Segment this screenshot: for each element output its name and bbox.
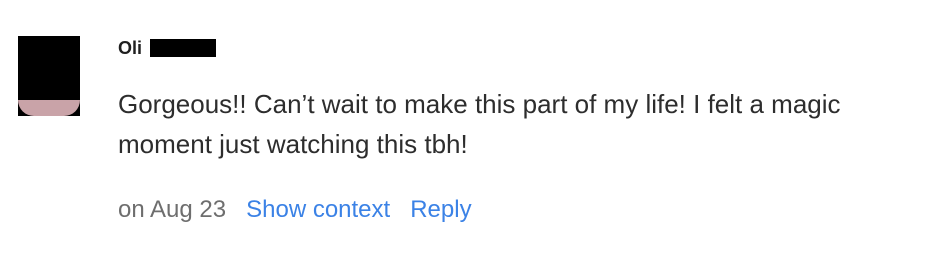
- comment-text: Gorgeous!! Can’t wait to make this part …: [118, 89, 841, 159]
- redacted-surname: [150, 39, 217, 57]
- author-name[interactable]: Oli: [118, 38, 142, 59]
- comment-actions: on Aug 23 Show context Reply: [118, 192, 492, 228]
- author-row: Oli: [118, 36, 217, 60]
- comment-timestamp: on Aug 23: [118, 196, 227, 223]
- show-context-link[interactable]: Show context: [246, 196, 390, 224]
- comment-card: Oli Gorgeous!! Can’t wait to make this p…: [0, 0, 926, 258]
- avatar-edge: [18, 100, 80, 116]
- reply-link[interactable]: Reply: [410, 196, 471, 224]
